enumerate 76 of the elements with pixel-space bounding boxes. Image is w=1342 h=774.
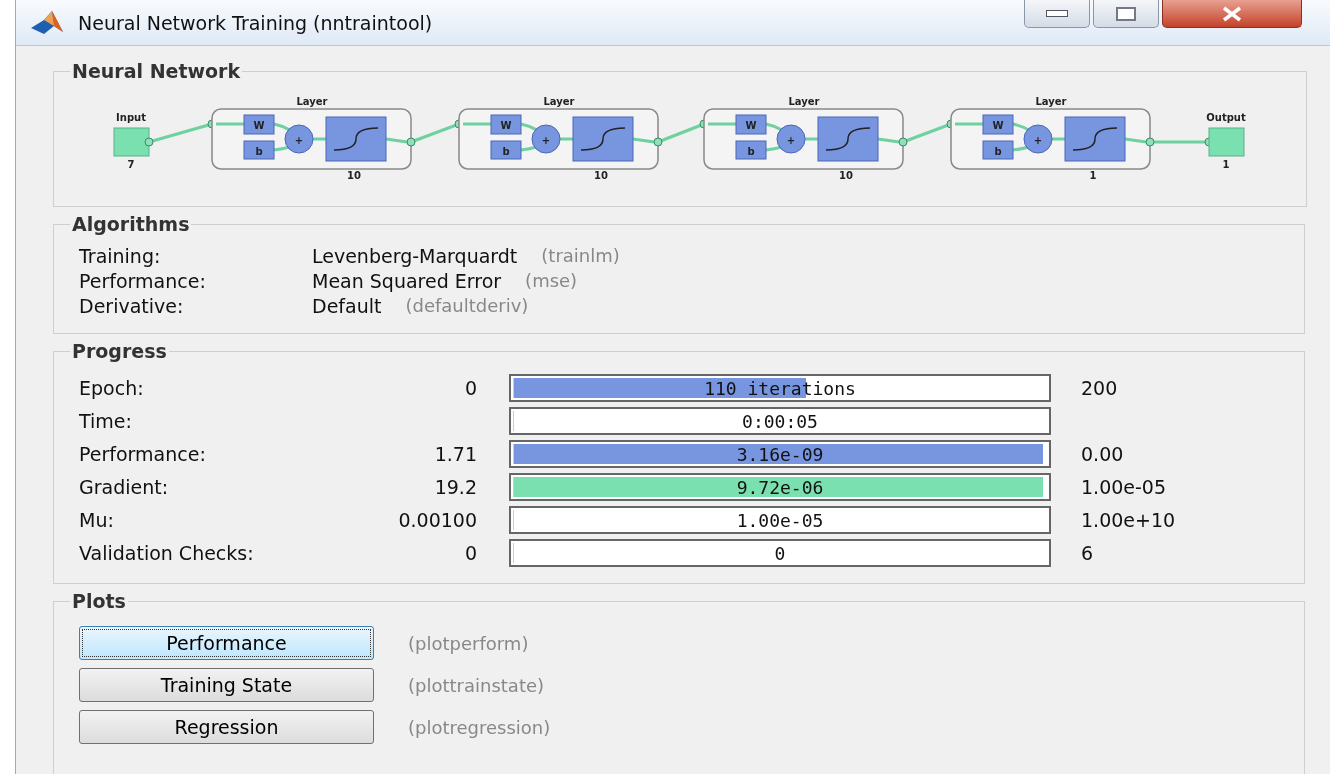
weight-block: W: [490, 114, 522, 135]
transfer-function-block: [817, 116, 879, 162]
input-label: Input: [116, 112, 146, 123]
algorithm-label: Training:: [79, 245, 162, 267]
sum-node: +: [1023, 124, 1053, 154]
progress-label: Time:: [79, 410, 133, 432]
output-block: [1208, 127, 1245, 157]
target-value: 0.00: [1081, 443, 1124, 465]
layer-label: Layer: [1035, 96, 1067, 107]
bar-value: 0: [774, 542, 786, 564]
algorithm-value: Mean Squared Error: [312, 270, 502, 292]
function-name: (defaultderiv): [405, 295, 529, 317]
app-logo-icon: [30, 9, 64, 36]
progress-label: Performance:: [79, 443, 207, 465]
window-title: Neural Network Training (nntraintool): [78, 11, 433, 34]
target-value: 1.00e+10: [1081, 509, 1176, 531]
progress-label: Epoch:: [79, 377, 145, 399]
start-value: 19.2: [434, 476, 477, 498]
bias-block: b: [982, 140, 1014, 160]
target-value: 200: [1081, 377, 1118, 399]
algorithm-value: Levenberg-Marquardt: [312, 245, 518, 267]
layer-size: 10: [594, 170, 608, 181]
start-value: 0.00100: [398, 509, 477, 531]
output-label: Output: [1206, 112, 1246, 123]
bar-value: 9.72e-06: [736, 476, 824, 498]
layer-label: Layer: [543, 96, 575, 107]
start-value: 0: [464, 542, 477, 564]
transfer-function-block: [325, 116, 387, 162]
function-name: (trainlm): [541, 245, 620, 267]
function-name: (mse): [525, 270, 578, 292]
maximize-button[interactable]: [1093, 0, 1159, 28]
plot-button[interactable]: Regression: [79, 710, 374, 744]
progress-label: Validation Checks:: [79, 542, 255, 564]
minimize-button[interactable]: [1024, 0, 1090, 28]
function-name: (plotregression): [408, 716, 552, 738]
sum-node: +: [284, 124, 314, 154]
panel-title: Algorithms: [71, 213, 191, 235]
output-size: 1: [1222, 159, 1230, 170]
algorithm-value: Default: [312, 295, 382, 317]
start-value: 1.71: [434, 443, 477, 465]
progress-label: Gradient:: [79, 476, 170, 498]
panel-title: Plots: [71, 590, 127, 612]
layer-label: Layer: [296, 96, 328, 107]
start-value: 0: [464, 377, 477, 399]
close-icon: [1221, 5, 1243, 22]
weight-block: W: [982, 114, 1014, 135]
panel-title: Neural Network: [71, 60, 242, 82]
target-value: 6: [1081, 542, 1094, 564]
sum-node: +: [531, 124, 561, 154]
sum-node: +: [776, 124, 806, 154]
close-button[interactable]: [1162, 0, 1302, 28]
progress-label: Mu:: [79, 509, 115, 531]
plot-button[interactable]: Performance: [79, 626, 374, 660]
function-name: (plottrainstate): [408, 674, 546, 696]
input-size: 7: [127, 159, 135, 170]
layer-size: 10: [347, 170, 361, 181]
layer-size: 10: [839, 170, 853, 181]
bias-block: b: [490, 140, 522, 160]
panel-title: Progress: [71, 340, 168, 362]
function-name: (plotperform): [408, 632, 530, 654]
weight-block: W: [243, 114, 275, 135]
transfer-function-block: [1064, 116, 1126, 162]
algorithm-label: Derivative:: [79, 295, 185, 317]
layer-size: 1: [1089, 170, 1097, 181]
bias-block: b: [243, 140, 275, 160]
bar-value: 3.16e-09: [736, 443, 824, 465]
algorithm-label: Performance:: [79, 270, 207, 292]
bar-value: 0:00:05: [742, 410, 818, 432]
plot-button[interactable]: Training State: [79, 668, 374, 702]
target-value: 1.00e-05: [1081, 476, 1167, 498]
bar-value: 1.00e-05: [736, 509, 824, 531]
input-block: [113, 127, 150, 157]
layer-label: Layer: [788, 96, 820, 107]
bias-block: b: [735, 140, 767, 160]
transfer-function-block: [572, 116, 634, 162]
weight-block: W: [735, 114, 767, 135]
